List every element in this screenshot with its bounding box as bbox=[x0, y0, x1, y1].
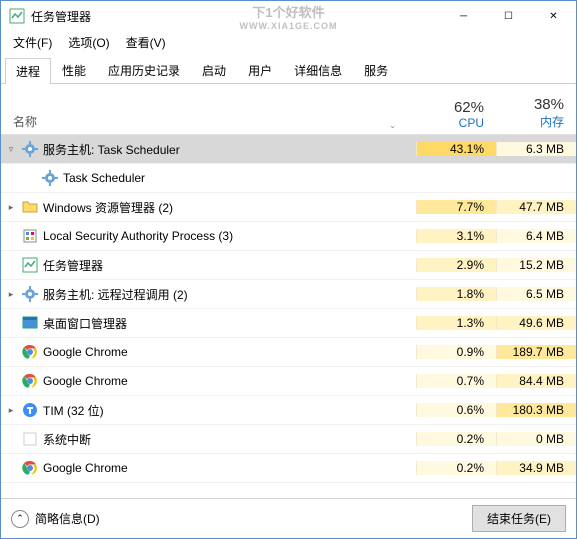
memory-value: 6.3 MB bbox=[496, 142, 576, 156]
tab-1[interactable]: 性能 bbox=[51, 57, 97, 83]
process-name: Windows 资源管理器 (2) bbox=[39, 199, 416, 216]
expand-toggle-icon[interactable]: ▸ bbox=[1, 289, 21, 300]
sort-indicator-icon: ⌄ bbox=[389, 121, 396, 130]
tab-6[interactable]: 服务 bbox=[353, 57, 399, 83]
process-row[interactable]: ▸ 服务主机: 远程过程调用 (2)1.8%6.5 MB bbox=[1, 280, 576, 309]
process-row[interactable]: ▿ 服务主机: Task Scheduler43.1%6.3 MB bbox=[1, 135, 576, 164]
cpu-value: 0.9% bbox=[416, 345, 496, 359]
blank-icon bbox=[21, 431, 39, 447]
process-name: 系统中断 bbox=[39, 431, 416, 448]
expand-toggle-icon[interactable]: ▸ bbox=[1, 202, 21, 213]
process-row[interactable]: 桌面窗口管理器1.3%49.6 MB bbox=[1, 309, 576, 338]
gear-icon bbox=[21, 286, 39, 302]
process-row[interactable]: Local Security Authority Process (3)3.1%… bbox=[1, 222, 576, 251]
memory-value: 189.7 MB bbox=[496, 345, 576, 359]
process-name: Google Chrome bbox=[39, 345, 416, 359]
chrome-icon bbox=[21, 373, 39, 389]
process-list[interactable]: ▿ 服务主机: Task Scheduler43.1%6.3 MB Task Sch… bbox=[1, 135, 576, 498]
folder-icon bbox=[21, 199, 39, 215]
dwm-icon bbox=[21, 315, 39, 331]
menu-view[interactable]: 查看(V) bbox=[118, 32, 174, 53]
memory-value: 84.4 MB bbox=[496, 374, 576, 388]
close-button[interactable]: ✕ bbox=[531, 1, 576, 31]
expand-toggle-icon[interactable]: ▿ bbox=[1, 144, 21, 155]
process-row[interactable]: 系统中断0.2%0 MB bbox=[1, 425, 576, 454]
content: 名称 ⌄ 62% CPU 38% 内存 ▿ 服务主机: Task Schedule… bbox=[1, 84, 576, 498]
memory-value: 49.6 MB bbox=[496, 316, 576, 330]
tabs: 进程性能应用历史记录启动用户详细信息服务 bbox=[1, 53, 576, 84]
cpu-value: 3.1% bbox=[416, 229, 496, 243]
process-name: Local Security Authority Process (3) bbox=[39, 229, 416, 243]
cpu-value: 7.7% bbox=[416, 200, 496, 214]
menubar: 文件(F) 选项(O) 查看(V) bbox=[1, 31, 576, 53]
shield-icon bbox=[21, 228, 39, 244]
process-name: 服务主机: Task Scheduler bbox=[39, 141, 416, 158]
tab-5[interactable]: 详细信息 bbox=[283, 57, 353, 83]
gear-icon bbox=[21, 141, 39, 157]
tim-icon bbox=[21, 402, 39, 418]
memory-value: 47.7 MB bbox=[496, 200, 576, 214]
column-cpu[interactable]: 62% CPU bbox=[416, 99, 496, 130]
gear-icon bbox=[41, 170, 59, 186]
chrome-icon bbox=[21, 460, 39, 476]
cpu-value: 43.1% bbox=[416, 142, 496, 156]
process-name: Task Scheduler bbox=[59, 171, 416, 185]
process-row[interactable]: Task Scheduler bbox=[1, 164, 576, 193]
app-icon bbox=[9, 8, 25, 24]
process-row[interactable]: ▸ Windows 资源管理器 (2)7.7%47.7 MB bbox=[1, 193, 576, 222]
memory-value: 180.3 MB bbox=[496, 403, 576, 417]
expand-toggle-icon[interactable]: ▸ bbox=[1, 405, 21, 416]
cpu-value: 2.9% bbox=[416, 258, 496, 272]
process-row[interactable]: Google Chrome0.2%34.9 MB bbox=[1, 454, 576, 483]
cpu-value: 0.2% bbox=[416, 432, 496, 446]
cpu-value: 1.8% bbox=[416, 287, 496, 301]
maximize-button[interactable]: ☐ bbox=[486, 1, 531, 31]
process-row[interactable]: Google Chrome0.7%84.4 MB bbox=[1, 367, 576, 396]
memory-value: 34.9 MB bbox=[496, 461, 576, 475]
memory-value: 6.4 MB bbox=[496, 229, 576, 243]
process-row[interactable]: ▸ TIM (32 位)0.6%180.3 MB bbox=[1, 396, 576, 425]
cpu-value: 0.2% bbox=[416, 461, 496, 475]
tab-0[interactable]: 进程 bbox=[5, 58, 51, 84]
taskmgr-icon bbox=[21, 257, 39, 273]
memory-value: 6.5 MB bbox=[496, 287, 576, 301]
titlebar[interactable]: 任务管理器 下1个好软件 WWW.XIA1GE.COM ─ ☐ ✕ bbox=[1, 1, 576, 31]
process-name: Google Chrome bbox=[39, 374, 416, 388]
process-row[interactable]: Google Chrome0.9%189.7 MB bbox=[1, 338, 576, 367]
menu-file[interactable]: 文件(F) bbox=[5, 32, 60, 53]
menu-options[interactable]: 选项(O) bbox=[60, 32, 117, 53]
process-name: TIM (32 位) bbox=[39, 402, 416, 419]
process-name: 任务管理器 bbox=[39, 257, 416, 274]
process-row[interactable]: 任务管理器2.9%15.2 MB bbox=[1, 251, 576, 280]
cpu-value: 0.6% bbox=[416, 403, 496, 417]
column-headers: 名称 ⌄ 62% CPU 38% 内存 bbox=[1, 84, 576, 135]
fewer-details-button[interactable]: ⌃ 简略信息(D) bbox=[11, 510, 100, 528]
tab-3[interactable]: 启动 bbox=[191, 57, 237, 83]
memory-value: 0 MB bbox=[496, 432, 576, 446]
process-name: 桌面窗口管理器 bbox=[39, 315, 416, 332]
process-name: 服务主机: 远程过程调用 (2) bbox=[39, 286, 416, 303]
tab-2[interactable]: 应用历史记录 bbox=[97, 57, 191, 83]
process-name: Google Chrome bbox=[39, 461, 416, 475]
memory-value: 15.2 MB bbox=[496, 258, 576, 272]
tab-4[interactable]: 用户 bbox=[237, 57, 283, 83]
column-memory[interactable]: 38% 内存 bbox=[496, 96, 576, 130]
footer: ⌃ 简略信息(D) 结束任务(E) bbox=[1, 498, 576, 538]
window-title: 任务管理器 bbox=[31, 8, 441, 25]
cpu-value: 1.3% bbox=[416, 316, 496, 330]
chevron-up-icon: ⌃ bbox=[11, 510, 29, 528]
column-name[interactable]: 名称 bbox=[1, 113, 389, 130]
chrome-icon bbox=[21, 344, 39, 360]
minimize-button[interactable]: ─ bbox=[441, 1, 486, 31]
end-task-button[interactable]: 结束任务(E) bbox=[472, 505, 566, 532]
cpu-value: 0.7% bbox=[416, 374, 496, 388]
